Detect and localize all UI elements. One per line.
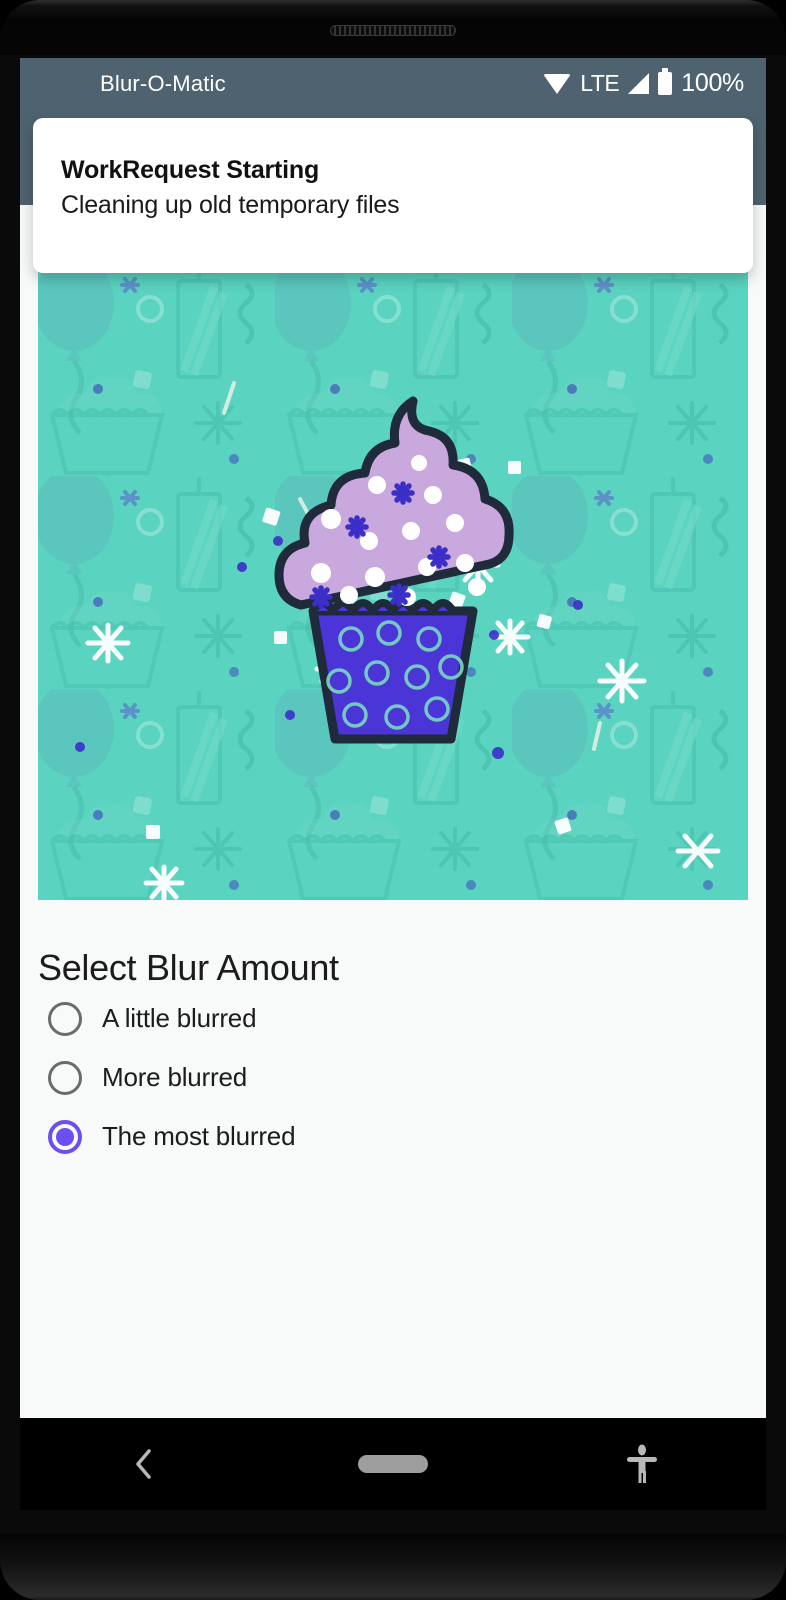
radio-button-icon[interactable] xyxy=(48,1060,82,1095)
blur-section-heading: Select Blur Amount xyxy=(38,947,339,988)
phone-screen: Blur-O-Matic LTE 100% WorkRequest Starti… xyxy=(20,58,766,1510)
cellular-signal-icon xyxy=(628,73,650,94)
radio-option-more-blurred[interactable]: More blurred xyxy=(48,1048,766,1107)
back-chevron-icon xyxy=(136,1449,152,1479)
network-type-label: LTE xyxy=(580,70,620,96)
battery-icon xyxy=(658,68,673,95)
blur-amount-section: Select Blur Amount A little blurred More… xyxy=(20,947,766,1166)
cupcake-image xyxy=(38,263,748,900)
wifi-icon xyxy=(543,73,572,94)
nav-accessibility-button[interactable] xyxy=(517,1443,766,1485)
phone-device-frame: Blur-O-Matic LTE 100% WorkRequest Starti… xyxy=(0,0,786,1600)
radio-option-label: A little blurred xyxy=(102,1003,257,1033)
home-pill-icon xyxy=(358,1455,428,1473)
status-bar: Blur-O-Matic LTE 100% xyxy=(20,58,766,109)
accessibility-icon xyxy=(626,1444,657,1483)
status-bar-icons: LTE 100% xyxy=(543,68,744,98)
radio-option-label: The most blurred xyxy=(102,1121,296,1151)
toast-message: Cleaning up old temporary files xyxy=(61,191,400,219)
earpiece-speaker-grille xyxy=(330,25,456,36)
radio-option-a-little-blurred[interactable]: A little blurred xyxy=(48,989,766,1048)
nav-back-button[interactable] xyxy=(20,1446,269,1482)
radio-button-icon[interactable] xyxy=(48,1001,82,1036)
toast-title: WorkRequest Starting xyxy=(61,156,320,184)
nav-home-button[interactable] xyxy=(269,1455,518,1473)
device-top-bezel xyxy=(0,0,786,55)
app-title: Blur-O-Matic xyxy=(100,70,226,96)
radio-option-the-most-blurred[interactable]: The most blurred xyxy=(48,1107,766,1166)
workrequest-toast-card[interactable]: WorkRequest Starting Cleaning up old tem… xyxy=(33,118,753,273)
radio-option-label: More blurred xyxy=(102,1062,247,1092)
radio-button-selected-icon[interactable] xyxy=(48,1119,82,1154)
device-bottom-bezel xyxy=(0,1534,786,1600)
battery-level-label: 100% xyxy=(681,69,744,97)
android-navigation-bar xyxy=(20,1418,766,1510)
main-content: Select Blur Amount A little blurred More… xyxy=(20,205,766,1510)
